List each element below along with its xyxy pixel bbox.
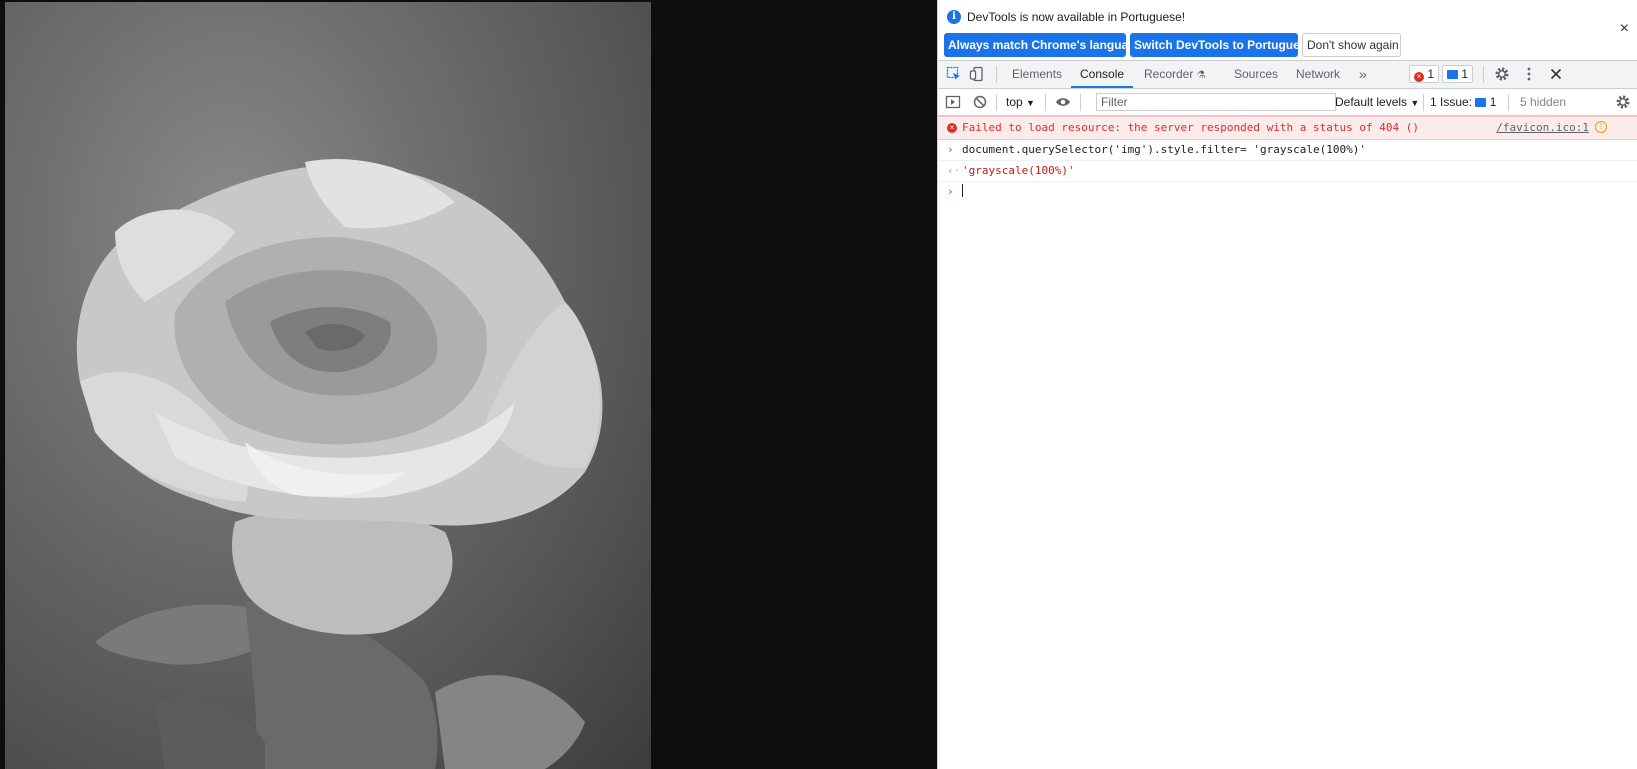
message-count: 1 — [1461, 67, 1469, 81]
infobar-close-icon[interactable]: × — [1620, 20, 1629, 38]
result-arrow-icon: ‹· — [947, 164, 961, 177]
toolbar-divider — [996, 94, 997, 111]
context-label: top — [1006, 95, 1023, 109]
issue-warning-icon[interactable]: ! — [1595, 121, 1607, 133]
inspect-element-icon[interactable] — [946, 66, 962, 82]
toolbar-divider — [1423, 94, 1424, 111]
console-error-row: × Failed to load resource: the server re… — [938, 116, 1637, 140]
context-selector[interactable]: top ▼ — [1006, 89, 1035, 116]
input-chevron-icon: › — [947, 143, 954, 156]
console-prompt-row[interactable]: › — [938, 182, 1637, 202]
toolbar-divider — [1508, 94, 1509, 111]
console-result-row: ‹· 'grayscale(100%)' — [938, 161, 1637, 182]
error-icon: × — [1414, 72, 1424, 82]
live-expression-eye-icon[interactable] — [1055, 94, 1071, 110]
dropdown-arrow-icon: ▼ — [1026, 98, 1035, 108]
error-count-badge[interactable]: × 1 — [1409, 65, 1440, 83]
issues-count: 1 — [1489, 95, 1497, 109]
filter-input[interactable]: Filter — [1096, 93, 1336, 111]
dont-show-again-button[interactable]: Don't show again — [1302, 33, 1401, 57]
console-command: document.querySelector('img').style.filt… — [962, 143, 1366, 156]
sidebar-toggle-icon[interactable] — [945, 94, 961, 110]
dropdown-arrow-icon: ▼ — [1410, 98, 1420, 108]
tabbar-divider — [996, 66, 997, 83]
prompt-chevron-icon: › — [947, 185, 954, 198]
default-levels-dropdown[interactable]: Default levels ▼ — [1335, 89, 1419, 116]
tab-recorder[interactable]: Recorder ⚗ — [1144, 61, 1206, 88]
issue-message-icon — [1475, 98, 1487, 107]
tab-recorder-label: Recorder — [1144, 67, 1194, 81]
hidden-count: 5 hidden — [1520, 95, 1567, 109]
device-toolbar-icon[interactable] — [969, 66, 985, 82]
message-icon — [1447, 70, 1458, 79]
error-source-link[interactable]: /favicon.ico:1 — [1496, 117, 1589, 139]
rose-illustration — [76, 158, 603, 769]
console-toolbar: top ▼ Filter Default levels ▼ 1 Issue: 1… — [938, 89, 1637, 116]
infobar-message: DevTools is now available in Portuguese! — [967, 10, 1186, 24]
clear-console-icon[interactable] — [972, 94, 988, 110]
message-count-badge[interactable]: 1 — [1442, 65, 1474, 83]
console-output[interactable]: × Failed to load resource: the server re… — [938, 116, 1637, 202]
devtools-panel: i DevTools is now available in Portugues… — [937, 0, 1637, 769]
always-match-language-button[interactable]: Always match Chrome's language — [944, 33, 1142, 57]
prompt-caret[interactable] — [962, 182, 963, 202]
switch-to-portuguese-button[interactable]: Switch DevTools to Portuguese — [1130, 33, 1313, 57]
page-viewport — [0, 0, 937, 769]
tab-network[interactable]: Network — [1296, 61, 1340, 88]
more-tabs-icon[interactable]: » — [1359, 61, 1367, 88]
error-count: 1 — [1427, 67, 1435, 81]
language-infobar: i DevTools is now available in Portugues… — [938, 0, 1637, 61]
issues-button[interactable]: 1 Issue: 1 — [1430, 93, 1496, 111]
devtools-tabbar: Elements Console Recorder ⚗ Sources Netw… — [938, 61, 1637, 89]
close-devtools-icon[interactable] — [1548, 66, 1564, 82]
kebab-menu-icon[interactable] — [1521, 66, 1537, 82]
settings-gear-icon[interactable] — [1494, 66, 1510, 82]
error-icon: × — [947, 123, 957, 133]
console-input-row: › document.querySelector('img').style.fi… — [938, 140, 1637, 161]
levels-label: Default levels — [1335, 95, 1408, 109]
error-message: Failed to load resource: the server resp… — [962, 121, 1419, 134]
tab-sources[interactable]: Sources — [1234, 61, 1278, 88]
console-result: 'grayscale(100%)' — [962, 164, 1075, 177]
issues-label: 1 Issue: — [1430, 95, 1473, 109]
info-icon: i — [947, 10, 961, 24]
flask-icon: ⚗ — [1196, 70, 1206, 81]
toolbar-divider — [1080, 94, 1081, 111]
tab-console[interactable]: Console — [1071, 61, 1134, 88]
tab-elements[interactable]: Elements — [1012, 61, 1062, 88]
grayscale-rose-image — [5, 2, 651, 769]
toolbar-divider — [1045, 94, 1046, 111]
tabbar-divider — [1483, 66, 1484, 83]
console-settings-gear-icon[interactable] — [1615, 94, 1631, 110]
